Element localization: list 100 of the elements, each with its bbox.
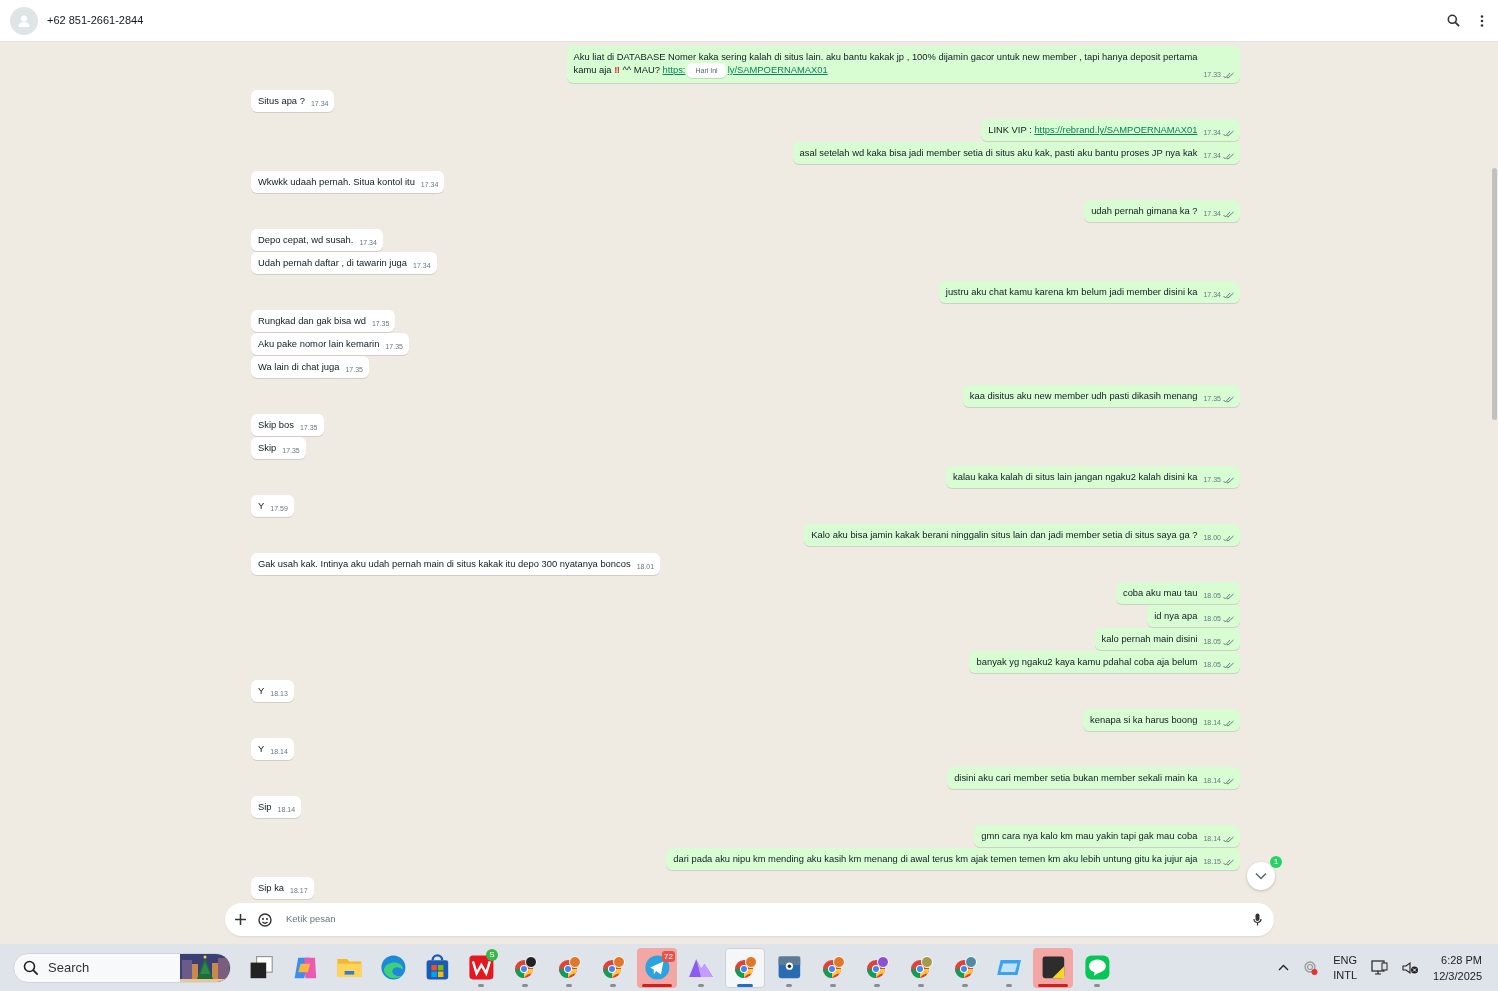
message-text: kenapa si ka harus boong [1090,714,1198,726]
message-text: Udah pernah daftar , di tawarin juga [258,257,408,269]
chrome-icon [557,955,581,980]
running-indicator [522,983,528,987]
message-text: coba aku mau tau [1122,587,1198,599]
contact-name[interactable]: +62 851-2661-2844 [47,12,144,29]
link[interactable]: ly/SAMPOERNAMAX01 [727,64,828,75]
message-text: Situs apa ? [258,95,305,107]
double-check-icon [1223,152,1234,160]
running-indicator [610,983,616,987]
message-text: Aku pake nomor lain kemarin [258,338,380,350]
exclamation-icon: ‼ [614,64,620,75]
double-check-icon [1223,615,1234,623]
running-indicator [830,983,836,987]
running-indicator [737,983,753,987]
taskbar-app-button[interactable]: 72 [637,947,677,988]
message-text: Depo cepat, wd susah. [258,234,354,246]
message-text: Wkwkk udaah pernah. Situa kontol itu [258,176,415,188]
double-check-icon [1223,534,1234,542]
message-text: kaa disitus aku new member udh pasti dikasih menang [969,390,1198,402]
double-check-icon [1223,592,1234,600]
menu-icon[interactable] [1480,14,1484,27]
running-indicator [566,983,572,987]
edge-icon [378,953,408,982]
volume-muted-icon[interactable] [1402,960,1420,975]
microphone-icon[interactable] [1253,913,1262,926]
message-text: banyak yg ngaku2 kaya kamu pdahal coba aja belum [976,656,1198,668]
search-icon[interactable] [1447,14,1460,27]
chrome-icon [601,955,625,980]
running-indicator [642,983,672,987]
double-check-icon [1223,777,1234,785]
message-text: gmn cara nya kalo km mau yakin tapi gak mau coba [981,830,1198,842]
message-text: Sip ka [258,882,285,894]
double-check-icon [1223,71,1234,79]
chrome-icon [953,955,977,980]
notification-badge: 72 [662,950,675,962]
message-text: LINK VIP : https://rebrand.ly/SAMPOERNAMAX01 [988,124,1198,136]
search-icon [23,959,39,976]
message-text: udah pernah gimana ka ? [1091,205,1198,217]
plus-icon[interactable] [235,914,246,925]
double-check-icon [1223,395,1234,403]
message-input[interactable]: Ketik pesan [284,911,1241,928]
paper-plane-icon [642,953,672,982]
search-field[interactable]: Search [13,952,231,983]
mountain-icon [689,957,713,978]
network-icon[interactable] [1371,959,1389,976]
unread-badge: 1 [1270,856,1282,868]
window-icon [997,959,1021,976]
double-check-icon [1223,129,1234,137]
running-indicator [874,983,880,987]
message-text: kalau kaka kalah di situs lain jangan ngaku2 kalah disini ka [953,471,1198,483]
link[interactable]: https: [662,64,686,75]
taskbar-app-button[interactable] [1033,947,1073,988]
message-text: Y [258,685,265,697]
message-text: id nya apa [1154,610,1198,622]
double-check-icon [1223,835,1234,843]
message-text: Y [258,743,265,755]
message-field[interactable]: Ketik pesan [225,903,1274,936]
chrome-icon [821,955,845,980]
chrome-icon [733,955,757,980]
message-text: Skip [258,442,277,454]
message-text: Gak usah kak. Intinya aku udah pernah main di situs kakak itu depo 300 nyatanya boncos [258,558,631,570]
message-text: Rungkad dan gak bisa wd [258,315,366,327]
running-indicator [1094,983,1100,987]
chrome-icon [865,955,889,980]
chevron-up-icon[interactable] [1278,964,1290,971]
notification-badge: S [486,948,498,961]
chevron-down-icon [1255,872,1267,880]
double-check-icon [1223,858,1234,866]
double-check-icon [1223,210,1234,218]
message-text: Wa lain di chat juga [258,361,340,373]
running-indicator [1038,983,1068,987]
clock[interactable]: 6:28 PM 12/3/2025 [1433,951,1482,984]
chat-bubble-icon [1082,953,1112,982]
double-check-icon [1223,291,1234,299]
message-text: disini aku cari member setia bukan member sekali main ka [954,772,1198,784]
message-text: dari pada aku nipu km mending aku kasih km menang di awal terus km ajak temen temen km aku lebih untung gitu ka jujur aja [673,853,1198,865]
running-indicator [962,983,968,987]
keyboard-language[interactable]: ENG INTL [1333,952,1358,983]
message-text: Kalo aku bisa jamin kakak berani ninggalin situs lain dan jadi member setia di situs saya ga ? [811,529,1198,541]
message-text: Y [258,500,265,512]
scroll-down-button[interactable] [1247,862,1275,890]
taskbar-app-button[interactable]: S [461,947,501,988]
double-check-icon [1223,638,1234,646]
message-text: justru aku chat kamu karena km belum jadi member disini ka [945,286,1198,298]
running-indicator [918,983,924,987]
message-text: asal setelah wd kaka bisa jadi member setia di situs aku kak, pasti aku bantu proses JP nya kak [799,147,1198,159]
sticker-icon[interactable] [258,912,272,927]
chrome-icon [513,955,537,980]
link[interactable]: https://rebrand.ly/SAMPOERNAMAX01 [1034,124,1198,135]
message-text: Sip [258,801,272,813]
running-indicator [698,983,704,987]
message-text: Skip bos [258,419,294,431]
running-indicator [786,983,792,987]
double-check-icon [1223,719,1234,727]
search-placeholder: Search [48,958,91,977]
running-indicator [478,983,484,987]
running-indicator [1006,983,1012,987]
double-check-icon [1223,476,1234,484]
w-logo-icon [466,953,496,982]
